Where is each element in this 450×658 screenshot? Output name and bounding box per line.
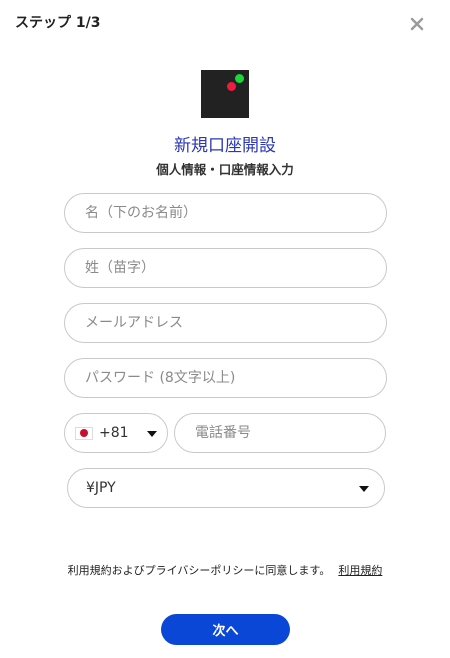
japan-flag-icon bbox=[75, 426, 93, 440]
country-code-select[interactable]: +81 bbox=[64, 413, 168, 453]
next-button[interactable]: 次へ bbox=[161, 614, 290, 645]
brand-logo bbox=[201, 70, 249, 118]
chevron-down-icon bbox=[359, 486, 369, 492]
first-name-input[interactable] bbox=[64, 193, 387, 233]
email-input[interactable] bbox=[64, 303, 387, 343]
logo-green-dot bbox=[235, 74, 244, 83]
phone-input[interactable] bbox=[174, 413, 386, 453]
currency-select[interactable]: ¥JPY bbox=[67, 468, 385, 508]
logo-red-dot bbox=[227, 82, 236, 91]
step-indicator: ステップ 1/3 bbox=[15, 15, 101, 31]
terms-agreement: 利用規約およびプライバシーポリシーに同意します。 利用規約 bbox=[0, 562, 450, 578]
terms-link[interactable]: 利用規約 bbox=[338, 564, 382, 577]
form-title: 新規口座開設 bbox=[174, 136, 276, 156]
close-icon bbox=[410, 17, 424, 31]
form-subtitle: 個人情報・口座情報入力 bbox=[156, 162, 294, 177]
signup-modal: ステップ 1/3 新規口座開設 個人情報・口座情報入力 +81 ¥JPY 利用規… bbox=[0, 0, 450, 658]
terms-text: 利用規約およびプライバシーポリシーに同意します。 bbox=[67, 564, 331, 577]
chevron-down-icon bbox=[147, 431, 157, 437]
country-code-value: +81 bbox=[99, 425, 129, 441]
close-button[interactable] bbox=[405, 12, 429, 36]
currency-value: ¥JPY bbox=[86, 480, 116, 496]
password-input[interactable] bbox=[64, 358, 387, 398]
last-name-input[interactable] bbox=[64, 248, 387, 288]
